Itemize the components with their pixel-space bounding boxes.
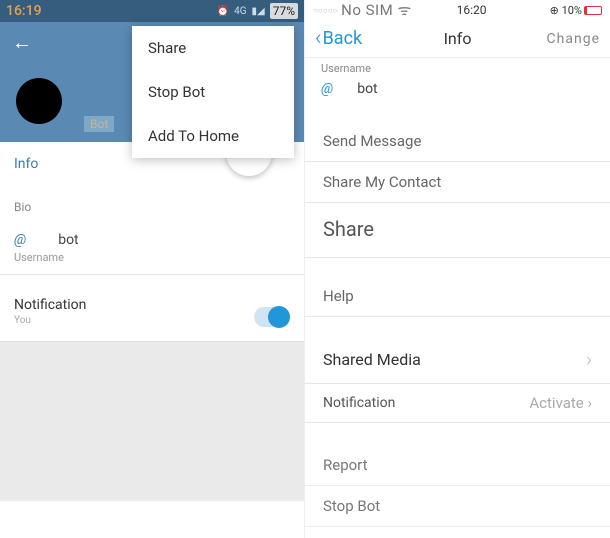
empty-area [0, 341, 304, 501]
bio-label: Bio [14, 200, 290, 214]
back-arrow-icon[interactable]: ← [12, 30, 32, 55]
alarm-icon: ⏰ [217, 6, 229, 17]
at-icon: @ [321, 81, 333, 97]
ios-bot-info-screen: ○○○○○ No SIM ᯤ 16:20 ⊕ 10% ‹ Back Info C… [305, 0, 610, 538]
divider [0, 274, 304, 275]
actions-list: Send Message Share My Contact Share Help… [305, 121, 610, 423]
back-label: Back [323, 28, 363, 49]
status-time: 16:20 [428, 3, 515, 17]
battery-label: 77% [270, 3, 298, 19]
bio-section: Bio @ bot Username [0, 180, 304, 268]
chevron-right-icon: › [587, 394, 592, 412]
share-my-contact-item[interactable]: Share My Contact [305, 162, 610, 203]
username-section: Username @ bot [305, 58, 610, 109]
android-bot-info-screen: 16:19 ⏰ 4G ▮◢ 77% ← Bot Share Stop Bot A… [0, 0, 305, 538]
status-icons: ⏰ 4G ▮◢ 77% [217, 3, 298, 19]
notification-row[interactable]: Notification You [0, 281, 304, 337]
username-row[interactable]: @ bot [321, 81, 594, 97]
signal-icon: ▮◢ [252, 6, 265, 17]
notification-title: Notification [14, 297, 254, 313]
carrier-label: No SIM ᯤ [341, 0, 428, 20]
status-bar: 16:19 ⏰ 4G ▮◢ 77% [0, 0, 304, 22]
activate-label: Activate › [529, 394, 592, 412]
report-item[interactable]: Report [305, 445, 610, 486]
shared-media-item[interactable]: Shared Media › [305, 335, 610, 384]
at-icon: @ [14, 232, 26, 248]
battery-group: ⊕ 10% [515, 4, 602, 17]
overflow-menu: Share Stop Bot Add To Home [132, 26, 294, 158]
bottom-actions: Report Stop Bot [305, 445, 610, 527]
chevron-left-icon: ‹ [315, 26, 322, 51]
send-message-item[interactable]: Send Message [305, 121, 610, 162]
change-button[interactable]: Change [505, 31, 600, 47]
status-bar: ○○○○○ No SIM ᯤ 16:20 ⊕ 10% [305, 0, 610, 20]
notification-toggle[interactable] [254, 307, 290, 327]
stop-bot-item[interactable]: Stop Bot [305, 486, 610, 527]
page-title: Info [410, 29, 505, 48]
wifi-icon: ᯤ [397, 1, 411, 19]
battery-icon [584, 6, 602, 15]
notification-item[interactable]: Notification Activate › [305, 384, 610, 423]
notification-label: Notification [323, 395, 395, 411]
share-item[interactable]: Share [305, 203, 610, 258]
signal-dots-icon: ○○○○○ [313, 6, 337, 15]
username-value: bot [58, 232, 78, 248]
bot-tag: Bot [84, 116, 114, 132]
chevron-right-icon: › [586, 347, 592, 371]
username-caption: Username [14, 251, 290, 264]
menu-share[interactable]: Share [132, 26, 294, 70]
back-button[interactable]: ‹ Back [315, 26, 410, 51]
signal-type: 4G [234, 6, 246, 17]
username-label: Username [321, 62, 594, 75]
menu-stop-bot[interactable]: Stop Bot [132, 70, 294, 114]
shared-media-label: Shared Media [323, 350, 421, 369]
username-value: bot [357, 81, 377, 97]
menu-add-to-home[interactable]: Add To Home [132, 114, 294, 158]
status-time: 16:19 [6, 3, 42, 19]
notification-subtitle: You [14, 315, 254, 326]
nav-bar: ‹ Back Info Change [305, 20, 610, 58]
help-item[interactable]: Help [305, 276, 610, 317]
avatar[interactable] [16, 78, 62, 124]
username-row[interactable]: @ bot [14, 232, 290, 248]
